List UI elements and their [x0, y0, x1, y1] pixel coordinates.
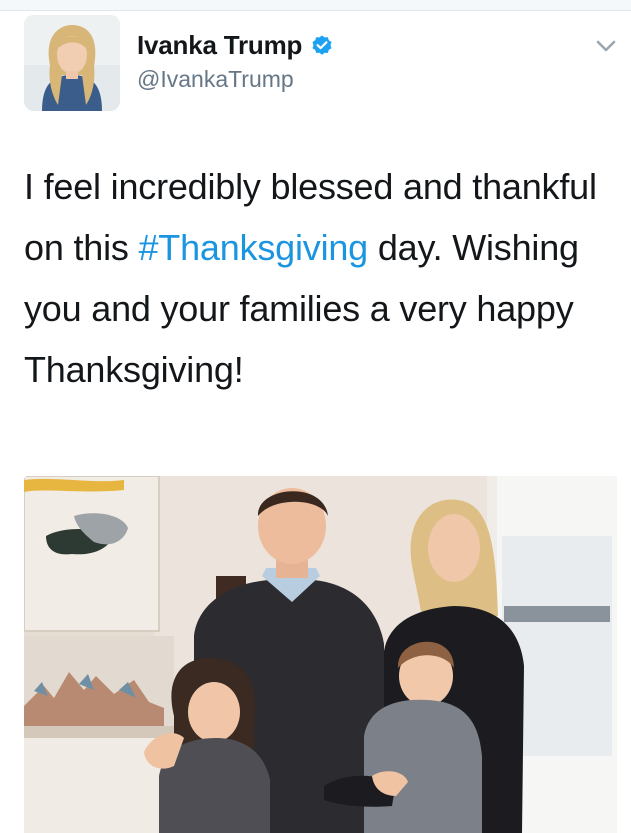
avatar-photo: [24, 15, 120, 111]
family-photo: [24, 476, 617, 833]
hashtag-link[interactable]: #Thanksgiving: [138, 227, 368, 268]
author-name-text[interactable]: Ivanka Trump: [137, 30, 302, 61]
avatar[interactable]: [24, 15, 120, 111]
top-divider: [0, 0, 631, 11]
author-handle[interactable]: @IvankaTrump: [137, 66, 294, 93]
tweet-photo[interactable]: [24, 476, 617, 833]
author-name[interactable]: Ivanka Trump: [137, 30, 334, 61]
tweet-text: I feel incredibly blessed and thankful o…: [24, 156, 614, 400]
chevron-down-icon[interactable]: [592, 36, 620, 56]
verified-badge-icon: [312, 35, 332, 55]
